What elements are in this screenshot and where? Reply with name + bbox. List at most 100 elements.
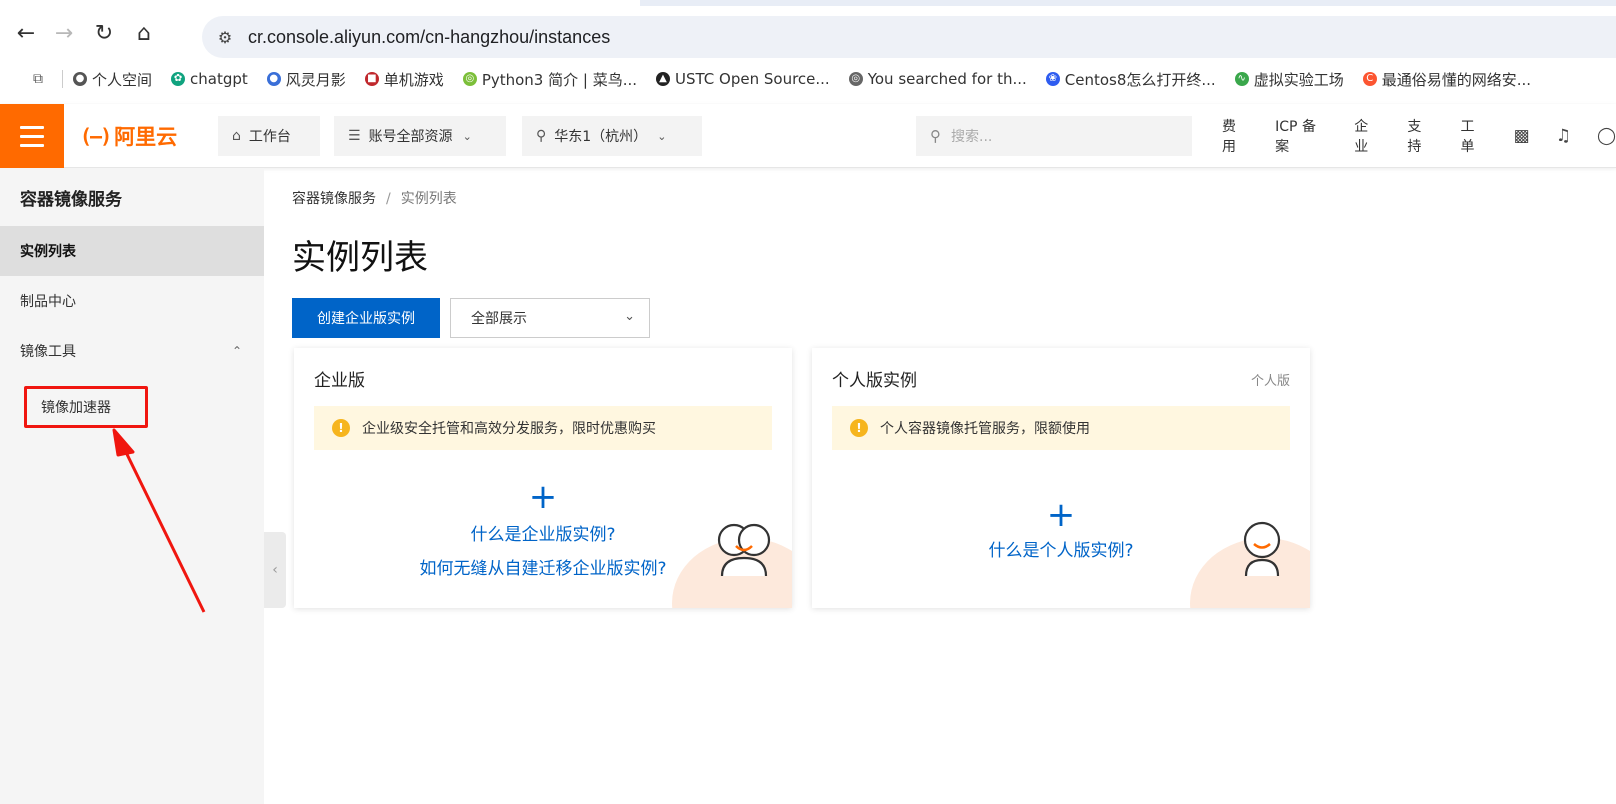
notice-banner: ! 企业级安全托管和高效分发服务，限时优惠购买	[314, 406, 772, 450]
runoob-icon: ◎	[462, 72, 477, 86]
breadcrumb-separator: /	[386, 191, 391, 207]
bookmark-item[interactable]: ▲ USTC Open Source...	[656, 70, 830, 88]
reload-icon[interactable]: ↻	[84, 12, 124, 54]
sidebar-item-artifacts[interactable]: 制品中心	[0, 276, 264, 326]
url-text[interactable]: cr.console.aliyun.com/cn-hangzhou/instan…	[248, 27, 610, 48]
bookmark-item[interactable]: ● 个人空间	[73, 69, 152, 90]
sidebar-item-label: 镜像工具	[20, 344, 76, 360]
sidebar-item-image-accelerator[interactable]: 镜像加速器	[24, 386, 148, 428]
topbar-links: 费用 ICP 备案 企业 支持 工单 ▩ ♫ ◯	[1222, 104, 1616, 168]
sidebar-item-instances[interactable]: 实例列表	[0, 226, 264, 276]
bookmark-label: 个人空间	[92, 70, 153, 89]
active-tab-edge[interactable]	[0, 0, 640, 6]
aliyun-logo[interactable]: (–) 阿里云	[80, 104, 177, 168]
filter-value: 全部展示	[471, 311, 527, 327]
search-placeholder: 搜索...	[951, 129, 993, 145]
team-avatar-icon	[717, 523, 771, 577]
bookmark-item[interactable]: ■ 单机游戏	[364, 69, 444, 90]
card-title: 个人版实例	[832, 371, 917, 391]
notice-text: 企业级安全托管和高效分发服务，限时优惠购买	[362, 421, 656, 437]
chevron-up-icon[interactable]: ⌃	[232, 344, 242, 358]
bookmarks-divider	[62, 70, 63, 88]
bookmark-label: Python3 简介 | 菜鸟...	[481, 70, 638, 89]
link-icp[interactable]: ICP 备案	[1275, 116, 1328, 156]
location-pin-icon: ⚲	[536, 128, 547, 144]
baidu-icon: ❀	[1045, 72, 1060, 86]
forward-icon[interactable]: →	[44, 12, 84, 54]
instance-filter-select[interactable]: 全部展示 ⌄	[450, 298, 650, 338]
bookmark-label: You searched for th...	[867, 70, 1027, 88]
personal-card: 个人版实例 个人版 ! 个人容器镜像托管服务，限额使用 + 什么是个人版实例?	[812, 348, 1310, 608]
bookmark-item[interactable]: C 最通俗易懂的网络安...	[1362, 69, 1532, 90]
resources-label: 账号全部资源	[368, 129, 453, 145]
warning-icon: !	[332, 419, 350, 437]
bell-icon[interactable]: ♫	[1556, 126, 1571, 146]
sidebar-title: 容器镜像服务	[20, 189, 122, 210]
bookmarks-bar: ⧉ ● 个人空间 ✿ chatgpt ● 风灵月影 ■ 单机游戏 ◎ Python3 简介 | 菜…	[0, 62, 1616, 96]
link-ticket[interactable]: 工单	[1461, 116, 1488, 156]
browser-chrome: ← → ↻ ⌂ ⚙ cr.console.aliyun.com/cn-hangz…	[0, 0, 1616, 104]
region-dropdown[interactable]: ⚲ 华东1（杭州） ⌄	[522, 116, 702, 156]
bookmark-item[interactable]: ❀ Centos8怎么打开终...	[1045, 69, 1216, 90]
browser-nav-row: ← → ↻ ⌂ ⚙ cr.console.aliyun.com/cn-hangz…	[0, 12, 1616, 58]
sidebar-item-image-tools[interactable]: 镜像工具 ⌃	[0, 326, 264, 376]
tab-groups-icon[interactable]: ⧉	[22, 71, 54, 87]
bookmark-label: 最通俗易懂的网络安...	[1381, 70, 1532, 89]
globe-icon: ●	[73, 72, 87, 86]
breadcrumb: 容器镜像服务 / 实例列表	[292, 188, 457, 208]
back-icon[interactable]: ←	[6, 12, 46, 54]
resources-dropdown[interactable]: ☰ 账号全部资源 ⌄	[334, 116, 506, 156]
link-support[interactable]: 支持	[1407, 116, 1434, 156]
chevron-down-icon: ⌄	[462, 129, 472, 143]
bookmark-item[interactable]: ∿ 虚拟实验工场	[1234, 69, 1344, 90]
bookmark-item[interactable]: ◎ You searched for th...	[848, 70, 1027, 88]
game-icon: ■	[364, 72, 379, 86]
chatgpt-icon: ✿	[171, 72, 186, 86]
breadcrumb-current: 实例列表	[400, 191, 457, 207]
help-icon[interactable]: ◯	[1597, 126, 1616, 146]
warning-icon: !	[850, 419, 868, 437]
chevron-down-icon: ⌄	[657, 129, 667, 143]
bookmark-label: USTC Open Source...	[675, 70, 830, 88]
user-avatar-icon	[1243, 521, 1281, 577]
link-billing[interactable]: 费用	[1222, 116, 1249, 156]
server-icon: ☰	[348, 128, 361, 144]
card-tag: 个人版	[1250, 374, 1290, 389]
card-title: 企业版	[314, 371, 365, 391]
sidebar: 容器镜像服务 实例列表 制品中心 镜像工具 ⌃ 镜像加速器	[0, 168, 264, 804]
add-icon[interactable]: +	[294, 480, 792, 514]
logo-text: 阿里云	[114, 125, 178, 149]
breadcrumb-root[interactable]: 容器镜像服务	[292, 191, 376, 207]
bookmark-label: Centos8怎么打开终...	[1064, 70, 1216, 89]
csdn-icon: C	[1362, 72, 1377, 86]
region-label: 华东1（杭州）	[554, 129, 648, 145]
home-icon[interactable]: ⌂	[124, 12, 164, 54]
bookmark-label: 单机游戏	[383, 70, 444, 89]
linux-icon: ▲	[656, 72, 671, 86]
notice-text: 个人容器镜像托管服务，限额使用	[880, 421, 1090, 437]
collapse-sidebar-handle[interactable]: ‹	[264, 532, 286, 608]
chevron-down-icon: ⌄	[624, 309, 635, 324]
bookmark-item[interactable]: ◎ Python3 简介 | 菜鸟...	[462, 69, 638, 90]
workbench-label: 工作台	[248, 129, 291, 145]
workbench-button[interactable]: ⌂ 工作台	[218, 116, 320, 156]
create-enterprise-instance-button[interactable]: 创建企业版实例	[292, 298, 440, 338]
link-enterprise[interactable]: 企业	[1354, 116, 1381, 156]
menu-icon[interactable]	[0, 104, 64, 168]
add-icon[interactable]: +	[812, 498, 1310, 532]
bookmark-item[interactable]: ✿ chatgpt	[171, 70, 248, 88]
bookmark-label: chatgpt	[190, 70, 248, 88]
bookmark-label: 虚拟实验工场	[1253, 70, 1344, 89]
search-input[interactable]: ⚲ 搜索...	[916, 116, 1192, 156]
site-info-icon[interactable]: ⚙	[210, 28, 240, 47]
bookmark-item[interactable]: ● 风灵月影	[266, 69, 346, 90]
chevron-left-icon: ‹	[272, 562, 278, 578]
address-bar[interactable]: ⚙ cr.console.aliyun.com/cn-hangzhou/inst…	[202, 16, 1616, 58]
enterprise-card: 企业版 ! 企业级安全托管和高效分发服务，限时优惠购买 + 什么是企业版实例? …	[294, 348, 792, 608]
terminal-icon[interactable]: ▩	[1514, 126, 1530, 146]
notice-banner: ! 个人容器镜像托管服务，限额使用	[832, 406, 1290, 450]
page-title: 实例列表	[292, 238, 428, 278]
console-topbar: (–) 阿里云 ⌂ 工作台 ☰ 账号全部资源 ⌄ ⚲ 华东1（杭州） ⌄ ⚲ 搜…	[0, 104, 1616, 168]
aliyun-logo-icon: (–)	[80, 124, 112, 148]
globe-icon: ●	[266, 72, 281, 86]
